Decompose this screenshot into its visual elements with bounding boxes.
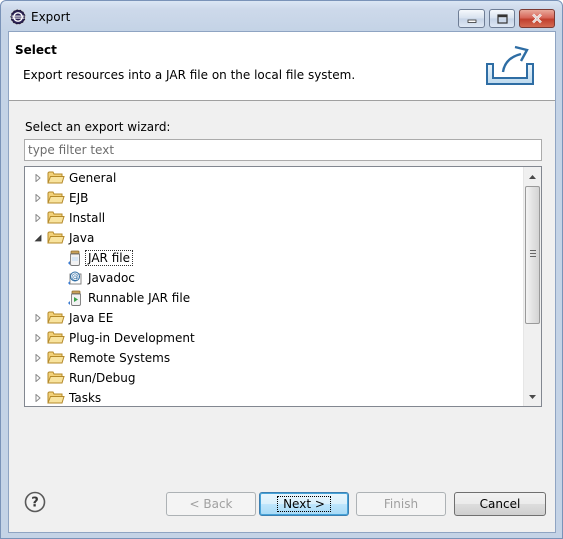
page-description: Export resources into a JAR file on the … [23,68,356,82]
folder-icon [47,331,65,344]
tree-item-java-ee[interactable]: Java EE [25,308,522,328]
wizard-header: Select Export resources into a JAR file … [9,32,555,101]
tree-item-remote-systems[interactable]: Remote Systems [25,348,522,368]
tree-item-general[interactable]: General [25,168,522,188]
tree-item-label: Java [69,231,95,245]
folder-icon [47,171,65,184]
export-dialog-window: Export Select Export resources into a JA… [0,0,563,539]
tree-item-jar-file[interactable]: JAR file [25,248,522,268]
tree-item-label: Plug-in Development [69,331,195,345]
jar-icon [68,250,80,266]
minimize-icon [467,19,476,23]
expand-arrow-icon[interactable] [34,314,42,322]
collapse-arrow-icon[interactable] [34,234,42,242]
scroll-grip-icon [530,250,536,259]
maximize-button[interactable] [489,9,515,28]
title-bar[interactable]: Export [1,1,562,31]
next-button[interactable]: Next > [259,492,349,516]
scroll-thumb[interactable] [525,186,540,324]
tree-item-runnable-jar-file[interactable]: Runnable JAR file [25,288,522,308]
tree-item-label: JAR file [85,250,133,266]
scroll-down-button[interactable] [524,388,541,405]
tree-item-label: Tasks [69,391,102,405]
tree-item-label: General [69,171,117,185]
tree-item-label: Runnable JAR file [88,291,191,305]
wizard-tree[interactable]: General EJB Install Java JAR file @ Java… [24,166,542,407]
expand-arrow-icon[interactable] [34,374,42,382]
finish-button[interactable]: Finish [356,492,446,516]
back-button[interactable]: < Back [166,492,256,516]
tree-item-java[interactable]: Java [25,228,522,248]
tree-item-tasks[interactable]: Tasks [25,388,522,406]
expand-arrow-icon[interactable] [34,354,42,362]
next-button-label: Next > [277,496,331,512]
tree-item-label: Run/Debug [69,371,136,385]
folder-icon [47,371,65,384]
help-icon[interactable]: ? [24,491,46,513]
scroll-up-button[interactable] [524,168,541,185]
page-title: Select [15,43,57,57]
tree-scrollbar[interactable] [523,167,541,406]
maximize-icon [496,13,508,24]
close-button[interactable] [519,9,555,28]
expand-arrow-icon[interactable] [34,194,42,202]
minimize-button[interactable] [458,9,485,28]
dialog-content: Select Export resources into a JAR file … [8,31,556,533]
window-title: Export [31,10,71,24]
tree-item-label: Java EE [69,311,114,325]
tree-item-javadoc[interactable]: @ Javadoc [25,268,522,288]
cancel-button[interactable]: Cancel [454,492,546,516]
open-folder-icon [47,231,65,244]
tree-item-run-debug[interactable]: Run/Debug [25,368,522,388]
eclipse-icon [10,9,26,25]
scroll-up-icon [529,174,536,179]
folder-icon [47,311,65,324]
export-wizard-icon [486,45,534,85]
svg-text:?: ? [31,496,39,511]
tree-item-label: Javadoc [88,271,135,285]
folder-icon [47,211,65,224]
folder-icon [47,191,65,204]
tree-item-install[interactable]: Install [25,208,522,228]
svg-text:@: @ [71,272,79,281]
folder-icon [47,391,65,404]
expand-arrow-icon[interactable] [34,174,42,182]
select-wizard-label: Select an export wizard: [25,120,171,134]
tree-item-plug-in-development[interactable]: Plug-in Development [25,328,522,348]
filter-input[interactable] [24,139,542,161]
expand-arrow-icon[interactable] [34,394,42,402]
expand-arrow-icon[interactable] [34,334,42,342]
tree-item-label: Remote Systems [69,351,171,365]
close-icon [532,13,542,24]
tree-item-ejb[interactable]: EJB [25,188,522,208]
javadoc-icon: @ [68,271,82,285]
tree-item-label: EJB [69,191,89,205]
runnable-jar-icon [68,290,81,306]
expand-arrow-icon[interactable] [34,214,42,222]
tree-item-label: Install [69,211,106,225]
scroll-down-icon [529,394,536,399]
folder-icon [47,351,65,364]
